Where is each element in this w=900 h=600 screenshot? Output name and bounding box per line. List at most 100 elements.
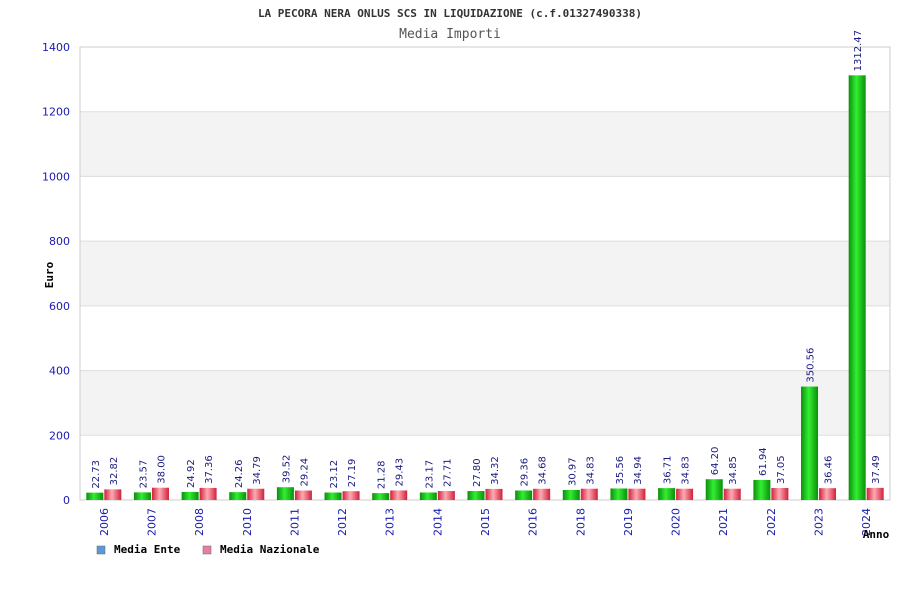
data-label-media-nazionale: 34.83 xyxy=(681,456,692,485)
bar-media-nazionale xyxy=(437,491,455,500)
bar-media-ente xyxy=(467,491,485,500)
data-label-media-nazionale: 34.94 xyxy=(633,456,644,485)
y-tick-label: 200 xyxy=(49,429,70,442)
bar-media-nazionale xyxy=(771,488,789,500)
data-label-media-nazionale: 34.83 xyxy=(585,456,596,485)
x-axis-ticks: 2006 2007 2008 2010 2011 2012 2013 2014 2015 2016… xyxy=(98,508,873,536)
data-label-media-nazionale: 27.71 xyxy=(442,458,453,487)
data-label-media-ente: 1312.47 xyxy=(853,30,864,71)
data-label-media-ente: 350.56 xyxy=(806,348,817,383)
data-label-media-nazionale: 34.79 xyxy=(252,456,263,485)
bar-media-nazionale xyxy=(819,488,837,500)
bar-media-nazionale xyxy=(151,487,169,500)
y-tick-label: 400 xyxy=(49,365,70,378)
grid-band xyxy=(80,370,890,436)
legend: Media Ente Media Nazionale xyxy=(96,543,320,556)
data-label-media-nazionale: 34.32 xyxy=(490,456,501,485)
bar-media-ente xyxy=(276,487,294,500)
bar-media-ente xyxy=(753,479,771,500)
x-tick-label: 2016 xyxy=(527,508,540,536)
chart: LA PECORA NERA ONLUS SCS IN LIQUIDAZIONE… xyxy=(42,7,891,556)
bar-media-ente xyxy=(86,492,104,500)
x-tick-label: 2019 xyxy=(622,508,635,536)
x-tick-label: 2015 xyxy=(479,508,492,536)
bar-media-nazionale xyxy=(628,488,646,500)
data-label-media-nazionale: 36.46 xyxy=(824,456,835,485)
y-tick-label: 0 xyxy=(63,494,70,507)
x-tick-label: 2022 xyxy=(765,508,778,536)
x-tick-label: 2023 xyxy=(813,508,826,536)
data-label-media-nazionale: 34.68 xyxy=(538,456,549,485)
bar-media-ente xyxy=(848,75,866,500)
y-axis-label: Euro xyxy=(43,261,56,288)
bar-media-nazionale xyxy=(199,487,217,500)
data-label-media-nazionale: 37.05 xyxy=(776,455,787,484)
data-label-media-ente: 36.71 xyxy=(663,455,674,484)
y-tick-label: 1200 xyxy=(42,106,70,119)
grid-band xyxy=(80,111,890,177)
bar-media-ente xyxy=(229,492,247,500)
x-tick-label: 2021 xyxy=(717,508,730,536)
bar-media-nazionale xyxy=(342,491,360,500)
data-label-media-ente: 61.94 xyxy=(758,447,769,476)
data-label-media-nazionale: 27.19 xyxy=(347,459,358,488)
legend-swatch-media-nazionale xyxy=(202,545,212,555)
data-label-media-ente: 29.36 xyxy=(520,458,531,487)
data-label-media-ente: 35.56 xyxy=(615,456,626,485)
grid-bands xyxy=(80,46,890,501)
data-label-media-ente: 39.52 xyxy=(281,455,292,484)
bar-media-nazionale xyxy=(247,488,265,500)
data-label-media-nazionale: 32.82 xyxy=(109,457,120,486)
x-tick-label: 2014 xyxy=(431,508,444,536)
data-label-media-ente: 24.92 xyxy=(186,459,197,488)
bar-media-ente xyxy=(658,488,676,500)
x-tick-label: 2013 xyxy=(384,508,397,536)
legend-swatch-media-ente xyxy=(96,545,106,555)
bar-media-nazionale xyxy=(294,490,312,500)
bar-media-nazionale xyxy=(676,488,694,500)
data-label-media-nazionale: 34.85 xyxy=(728,456,739,485)
grid-band xyxy=(80,176,890,242)
bar-media-nazionale xyxy=(580,488,598,500)
x-tick-label: 2012 xyxy=(336,508,349,536)
y-tick-label: 1400 xyxy=(42,41,70,54)
data-label-media-ente: 30.97 xyxy=(567,457,578,486)
bar-media-ente xyxy=(515,490,533,500)
bar-media-ente xyxy=(372,493,390,500)
bar-media-ente xyxy=(562,489,580,500)
y-tick-label: 600 xyxy=(49,300,70,313)
bar-media-ente xyxy=(181,491,199,500)
bar-media-nazionale xyxy=(104,489,122,500)
data-label-media-ente: 23.12 xyxy=(329,460,340,489)
data-label-media-ente: 23.57 xyxy=(138,460,149,489)
x-tick-label: 2008 xyxy=(193,508,206,536)
data-label-media-ente: 24.26 xyxy=(234,460,245,489)
bar-media-nazionale xyxy=(866,487,884,500)
bar-media-ente xyxy=(705,479,723,500)
data-label-media-ente: 23.17 xyxy=(424,460,435,489)
legend-label-media-ente: Media Ente xyxy=(114,543,181,556)
x-tick-label: 2007 xyxy=(145,508,158,536)
data-label-media-nazionale: 29.24 xyxy=(299,458,310,487)
chart-subtitle: Media Importi xyxy=(399,27,501,42)
bar-media-ente xyxy=(133,492,151,500)
x-tick-label: 2010 xyxy=(241,508,254,536)
grid-band xyxy=(80,241,890,306)
legend-label-media-nazionale: Media Nazionale xyxy=(220,543,320,556)
data-label-media-nazionale: 37.49 xyxy=(871,455,882,484)
data-label-media-ente: 27.80 xyxy=(472,458,483,487)
bar-media-nazionale xyxy=(723,488,741,500)
y-tick-label: 1000 xyxy=(42,170,70,183)
bar-media-nazionale xyxy=(390,490,408,500)
x-axis-label: Anno xyxy=(863,528,890,541)
x-tick-label: 2011 xyxy=(288,508,301,536)
data-label-media-nazionale: 29.43 xyxy=(395,458,406,487)
data-label-media-ente: 64.20 xyxy=(710,447,721,476)
grid-band xyxy=(80,47,890,112)
data-label-media-nazionale: 37.36 xyxy=(204,455,215,484)
bar-media-ente xyxy=(324,492,342,500)
bar-media-ente xyxy=(610,488,628,500)
data-label-media-ente: 21.28 xyxy=(377,460,388,489)
x-tick-label: 2006 xyxy=(98,508,111,536)
chart-title: LA PECORA NERA ONLUS SCS IN LIQUIDAZIONE… xyxy=(258,7,642,20)
